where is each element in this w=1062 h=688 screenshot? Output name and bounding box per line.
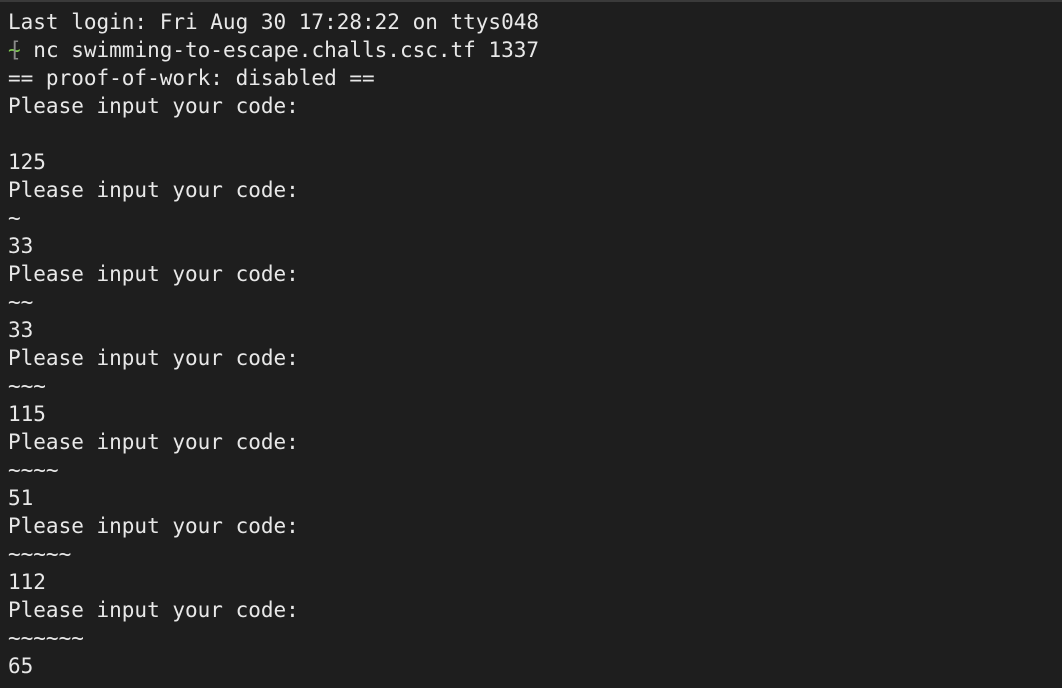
terminal-line: 65 bbox=[8, 654, 34, 678]
terminal-window[interactable]: Last login: Fri Aug 30 17:28:22 on ttys0… bbox=[0, 0, 1062, 688]
terminal-line: Please input your code: bbox=[8, 514, 299, 538]
terminal-line: Please input your code: bbox=[8, 94, 299, 118]
terminal-line: ~~~ bbox=[8, 374, 46, 398]
terminal-line: ~~ bbox=[8, 290, 34, 314]
terminal-line: Please input your code: bbox=[8, 262, 299, 286]
terminal-line: 125 bbox=[8, 150, 46, 174]
terminal-line: ~~~~ bbox=[8, 458, 59, 482]
prompt-bracket: [ bbox=[9, 38, 22, 62]
terminal-line: Last login: Fri Aug 30 17:28:22 on ttys0… bbox=[8, 10, 540, 34]
terminal-line: 115 bbox=[8, 402, 46, 426]
terminal-line: Please input your code: bbox=[8, 598, 299, 622]
prompt-command: nc swimming-to-escape.challs.csc.tf 1337 bbox=[20, 38, 540, 62]
terminal-line: 33 bbox=[8, 234, 34, 258]
terminal-line: 51 bbox=[8, 486, 34, 510]
terminal-line: Please input your code: bbox=[8, 430, 299, 454]
terminal-line: ~~~~~~ bbox=[8, 626, 84, 650]
terminal-line: 112 bbox=[8, 570, 46, 594]
terminal-line: ~~~~~ bbox=[8, 542, 72, 566]
terminal-line: Please input your code: bbox=[8, 178, 299, 202]
terminal-line: 33 bbox=[8, 318, 34, 342]
terminal-line: == proof-of-work: disabled == bbox=[8, 66, 375, 90]
command-prompt-line: [~ nc swimming-to-escape.challs.csc.tf 1… bbox=[8, 36, 1062, 64]
terminal-line: ~ bbox=[8, 206, 21, 230]
terminal-line: Please input your code: bbox=[8, 346, 299, 370]
